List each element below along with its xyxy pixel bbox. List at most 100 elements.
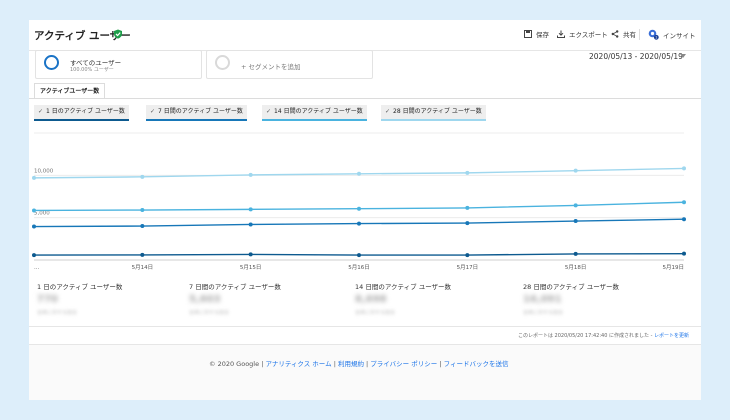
- report-header: アクティブ ユーザー 保存 エクスポート 共有 1 インサイト: [29, 20, 701, 51]
- x-tick-label: 5月18日: [565, 264, 587, 271]
- checkmark-icon: ✓: [266, 108, 272, 115]
- share-label: 共有: [623, 31, 636, 39]
- add-segment-label: + セグメントを追加: [241, 63, 301, 71]
- data-point: [140, 208, 145, 213]
- segment-all-users[interactable]: すべてのユーザー 100.00% ユーザー: [35, 50, 202, 79]
- data-point: [32, 175, 36, 180]
- share-button[interactable]: 共有: [611, 29, 636, 39]
- summary-subtext: 全体に対する割合: [355, 310, 396, 316]
- data-point: [140, 252, 145, 257]
- footer-link-terms[interactable]: 利用規約: [338, 360, 364, 368]
- summary-row: 1 日のアクティブ ユーザー数 770 全体に対する割合 7 日間のアクティブ …: [29, 272, 701, 327]
- segment-share: 100.00% ユーザー: [70, 67, 114, 73]
- metric-toggle-1day[interactable]: ✓ 1 日のアクティブ ユーザー数: [34, 105, 129, 121]
- summary-value: 770: [37, 294, 58, 305]
- footer-links: © 2020 Google | アナリティクス ホーム | 利用規約 | プライ…: [209, 360, 509, 368]
- segment-color-ring: [44, 55, 59, 70]
- metric-label: 7 日間のアクティブ ユーザー数: [158, 108, 243, 115]
- insights-icon: 1: [648, 29, 659, 40]
- export-button[interactable]: エクスポート: [557, 29, 608, 39]
- date-range-picker[interactable]: 2020/05/13 - 2020/05/19: [589, 52, 683, 61]
- copyright: © 2020 Google: [209, 360, 260, 368]
- data-point: [248, 207, 253, 212]
- data-point: [248, 172, 253, 177]
- metric-color-bar: [146, 119, 247, 121]
- metric-label: 1 日のアクティブ ユーザー数: [46, 108, 125, 115]
- x-tick-label: 5月19日: [663, 264, 685, 271]
- summary-value: 8,698: [355, 294, 387, 305]
- data-point: [465, 221, 470, 226]
- metric-toggle-14day[interactable]: ✓ 14 日間のアクティブ ユーザー数: [262, 105, 367, 121]
- metric-label: 28 日間のアクティブ ユーザー数: [393, 108, 482, 115]
- tab-active-users[interactable]: アクティブユーザー数: [34, 83, 106, 99]
- data-point: [465, 205, 470, 210]
- report-note-text: このレポートは 2020/05/20 17:42:40 に作成されました -: [517, 333, 653, 339]
- data-point: [465, 253, 470, 258]
- share-icon: [611, 30, 619, 38]
- data-point: [573, 219, 578, 224]
- insights-button[interactable]: 1 インサイト: [639, 29, 696, 40]
- x-tick-label: 5月14日: [132, 264, 154, 271]
- report-panel: アクティブ ユーザー 保存 エクスポート 共有 1 インサイト すべてのユーザー…: [29, 20, 701, 400]
- summary-subtext: 全体に対する割合: [523, 310, 564, 316]
- verified-check-icon: [114, 29, 122, 39]
- summary-label: 14 日間のアクティブ ユーザー数: [355, 283, 452, 291]
- data-point: [32, 224, 36, 229]
- summary-subtext: 全体に対する割合: [189, 310, 230, 316]
- svg-text:1: 1: [655, 36, 657, 40]
- data-point: [357, 253, 361, 258]
- data-point: [573, 203, 578, 208]
- data-point: [357, 206, 361, 211]
- summary-subtext: 全体に対する割合: [37, 310, 78, 316]
- metric-color-bar: [34, 119, 129, 121]
- footer-link-analytics-home[interactable]: アナリティクス ホーム: [265, 360, 331, 368]
- metric-color-bar: [381, 119, 486, 121]
- summary-label: 1 日のアクティブ ユーザー数: [37, 283, 123, 291]
- data-point: [140, 224, 145, 229]
- checkmark-icon: ✓: [38, 108, 44, 115]
- data-point: [32, 208, 36, 213]
- footer: © 2020 Google | アナリティクス ホーム | 利用規約 | プライ…: [29, 344, 701, 400]
- data-point: [682, 217, 686, 222]
- x-tick-label: ...: [34, 265, 39, 271]
- empty-segment-ring: [215, 55, 230, 70]
- data-point: [140, 174, 145, 179]
- data-point: [682, 251, 686, 256]
- data-point: [682, 200, 686, 205]
- data-point: [357, 221, 361, 226]
- save-button[interactable]: 保存: [524, 29, 549, 39]
- data-point: [357, 171, 361, 176]
- refresh-report-link[interactable]: レポートを更新: [654, 333, 689, 339]
- y-tick-label: 10,000: [34, 168, 54, 174]
- footer-link-privacy[interactable]: プライバシー ポリシー: [370, 360, 437, 368]
- footer-link-feedback[interactable]: フィードバックを送信: [444, 360, 509, 368]
- save-icon: [524, 30, 532, 38]
- export-label: エクスポート: [569, 31, 608, 39]
- footer-divider: [29, 344, 701, 345]
- summary-label: 7 日間のアクティブ ユーザー数: [189, 283, 281, 291]
- data-point: [32, 253, 36, 258]
- data-point: [248, 252, 253, 257]
- data-point: [573, 168, 578, 173]
- active-users-line-chart: 10,000 5,000... 5月14日 5月15日 5月16日 5月17日 5月18日 5…: [32, 132, 686, 271]
- summary-label: 28 日間のアクティブ ユーザー数: [523, 283, 620, 291]
- data-point: [248, 222, 253, 227]
- add-segment-button[interactable]: + セグメントを追加: [206, 50, 373, 79]
- chevron-down-icon[interactable]: [680, 54, 686, 58]
- tab-divider: [29, 98, 701, 99]
- data-point: [573, 251, 578, 256]
- data-point: [682, 166, 686, 171]
- x-tick-label: 5月15日: [240, 264, 262, 271]
- metric-toggle-7day[interactable]: ✓ 7 日間のアクティブ ユーザー数: [146, 105, 247, 121]
- download-icon: [557, 30, 565, 38]
- data-point: [465, 170, 470, 175]
- save-label: 保存: [536, 31, 549, 39]
- x-tick-label: 5月17日: [457, 264, 479, 271]
- insights-label: インサイト: [663, 31, 696, 40]
- report-generated-note: このレポートは 2020/05/20 17:42:40 に作成されました - レ…: [518, 332, 689, 339]
- metric-label: 14 日間のアクティブ ユーザー数: [274, 108, 363, 115]
- checkmark-icon: ✓: [385, 108, 391, 115]
- metric-toggle-28day[interactable]: ✓ 28 日間のアクティブ ユーザー数: [381, 105, 486, 121]
- x-tick-label: 5月16日: [348, 264, 370, 271]
- summary-value: 5,603: [189, 294, 221, 305]
